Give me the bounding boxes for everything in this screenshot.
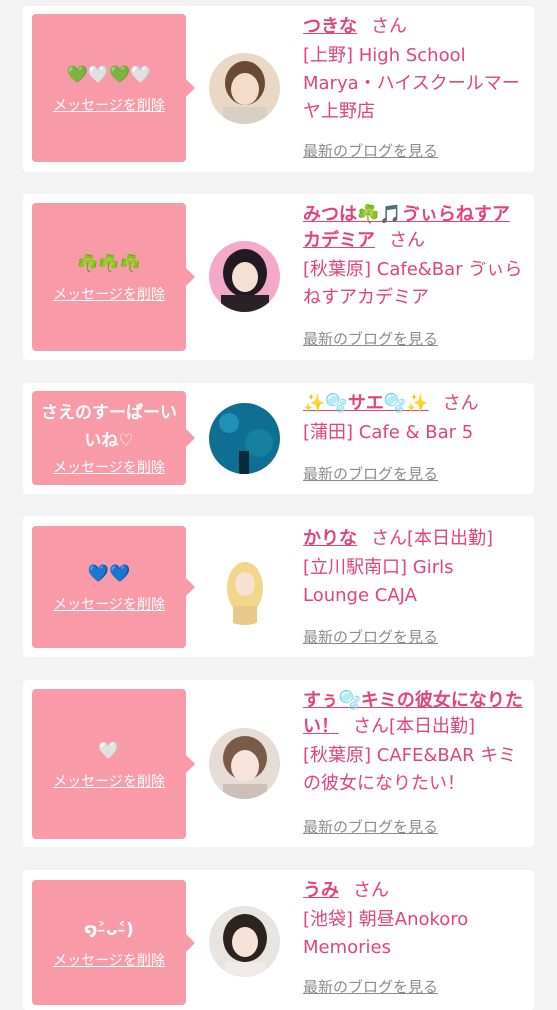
message-card: ໑˃̵ᴗ˂̵) メッセージを削除 うみ さん [池袋] 朝昼Anokoro Mem… (23, 870, 534, 1010)
message-text: 💚🤍💚🤍 (66, 65, 152, 85)
avatar[interactable] (209, 403, 280, 474)
honorific: さん (389, 230, 425, 251)
shop-name: [秋葉原] Cafe&Bar ゔぃらねすアカデミア (303, 259, 523, 308)
girl-name-link[interactable]: つきな (303, 16, 357, 37)
message-bubble: ໑˃̵ᴗ˂̵) メッセージを削除 (32, 880, 195, 1005)
message-text: ໑˃̵ᴗ˂̵) (84, 919, 134, 940)
girl-name-link[interactable]: かりな (303, 528, 357, 549)
delete-message-link[interactable]: メッセージを削除 (53, 950, 165, 970)
name-row: かりな さん[本日出勤] (303, 526, 525, 552)
status-badge: [本日出勤] (407, 528, 494, 549)
latest-blog-link[interactable]: 最新のブログを見る (303, 976, 438, 997)
girl-name-link[interactable]: うみ (303, 880, 339, 901)
message-text: ☘️☘️☘️ (77, 254, 141, 274)
message-feed: 💚🤍💚🤍 メッセージを削除 つきな さん [上野] High School Mar… (0, 0, 557, 1010)
message-bubble: さえのすーぱーいいね♡ メッセージを削除 (32, 391, 195, 485)
honorific: さん (371, 16, 407, 37)
honorific: さん (442, 393, 479, 414)
name-row: すぅ🫧キミの彼女になりたい！ さん[本日出勤] (303, 688, 525, 740)
girl-info: みつは☘️🎵ゔぃらねすアカデミア さん [秋葉原] Cafe&Bar ゔぃらねすア… (303, 202, 525, 312)
girl-info: ✨🫧サエ🫧✨ さん [蒲田] Cafe & Bar 5 (303, 391, 525, 447)
avatar-image (209, 728, 280, 799)
status-badge: [本日出勤] (389, 716, 476, 737)
message-bubble: ☘️☘️☘️ メッセージを削除 (32, 203, 195, 351)
message-card: ☘️☘️☘️ メッセージを削除 みつは☘️🎵ゔぃらねすアカデミア さん [秋葉原]… (23, 194, 534, 360)
avatar[interactable] (209, 906, 280, 977)
message-card: さえのすーぱーいいね♡ メッセージを削除 ✨🫧サエ🫧✨ さん [蒲田] Cafe … (23, 383, 534, 494)
shop-name: [立川駅南口] Girls Lounge CAJA (303, 557, 454, 606)
avatar[interactable] (209, 53, 280, 124)
message-bubble: 💚🤍💚🤍 メッセージを削除 (32, 14, 195, 162)
girl-info: うみ さん [池袋] 朝昼Anokoro Memories (303, 878, 525, 962)
latest-blog-link[interactable]: 最新のブログを見る (303, 626, 438, 647)
message-text: 💙💙 (87, 564, 131, 584)
name-row: うみ さん (303, 878, 525, 904)
avatar-image (209, 403, 280, 474)
girl-info: かりな さん[本日出勤] [立川駅南口] Girls Lounge CAJA (303, 526, 525, 610)
name-row: つきな さん (303, 14, 525, 40)
latest-blog-link[interactable]: 最新のブログを見る (303, 816, 438, 837)
message-card: 💙💙 メッセージを削除 かりな さん[本日出勤] [立川駅南口] Girls Lo… (23, 516, 534, 657)
message-card: 🤍 メッセージを削除 すぅ🫧キミの彼女になりたい！ さん[本日出勤] [秋葉原] … (23, 680, 534, 847)
avatar-image (209, 53, 280, 124)
delete-message-link[interactable]: メッセージを削除 (53, 594, 165, 614)
delete-message-link[interactable]: メッセージを削除 (53, 771, 165, 791)
avatar[interactable] (209, 241, 280, 312)
message-card: 💚🤍💚🤍 メッセージを削除 つきな さん [上野] High School Mar… (23, 6, 534, 172)
honorific: さん (353, 716, 389, 737)
avatar-image (209, 906, 280, 977)
latest-blog-link[interactable]: 最新のブログを見る (303, 328, 438, 349)
message-bubble: 💙💙 メッセージを削除 (32, 526, 195, 648)
girl-info: すぅ🫧キミの彼女になりたい！ さん[本日出勤] [秋葉原] CAFE&BAR キミ… (303, 688, 525, 798)
avatar-image (209, 241, 280, 312)
shop-name: [池袋] 朝昼Anokoro Memories (303, 909, 469, 958)
delete-message-link[interactable]: メッセージを削除 (53, 95, 165, 115)
latest-blog-link[interactable]: 最新のブログを見る (303, 140, 438, 161)
name-row: みつは☘️🎵ゔぃらねすアカデミア さん (303, 202, 525, 254)
message-text: さえのすーぱーいいね♡ (41, 403, 177, 451)
honorific: さん (371, 528, 407, 549)
honorific: さん (353, 880, 389, 901)
avatar-image (209, 554, 280, 625)
message-bubble: 🤍 メッセージを削除 (32, 689, 195, 839)
delete-message-link[interactable]: メッセージを削除 (53, 284, 165, 304)
delete-message-link[interactable]: メッセージを削除 (53, 457, 165, 477)
name-row: ✨🫧サエ🫧✨ さん (303, 391, 525, 417)
avatar[interactable] (209, 554, 280, 625)
latest-blog-link[interactable]: 最新のブログを見る (303, 463, 438, 484)
avatar[interactable] (209, 728, 280, 799)
message-text: 🤍 (98, 741, 120, 761)
girl-name-link[interactable]: ✨🫧サエ🫧✨ (303, 393, 429, 414)
shop-name: [蒲田] Cafe & Bar 5 (303, 422, 474, 443)
girl-info: つきな さん [上野] High School Marya・ハイスクールマーヤ上野… (303, 14, 525, 126)
shop-name: [上野] High School Marya・ハイスクールマーヤ上野店 (303, 45, 520, 122)
shop-name: [秋葉原] CAFE&BAR キミの彼女になりたい！ (303, 745, 517, 794)
